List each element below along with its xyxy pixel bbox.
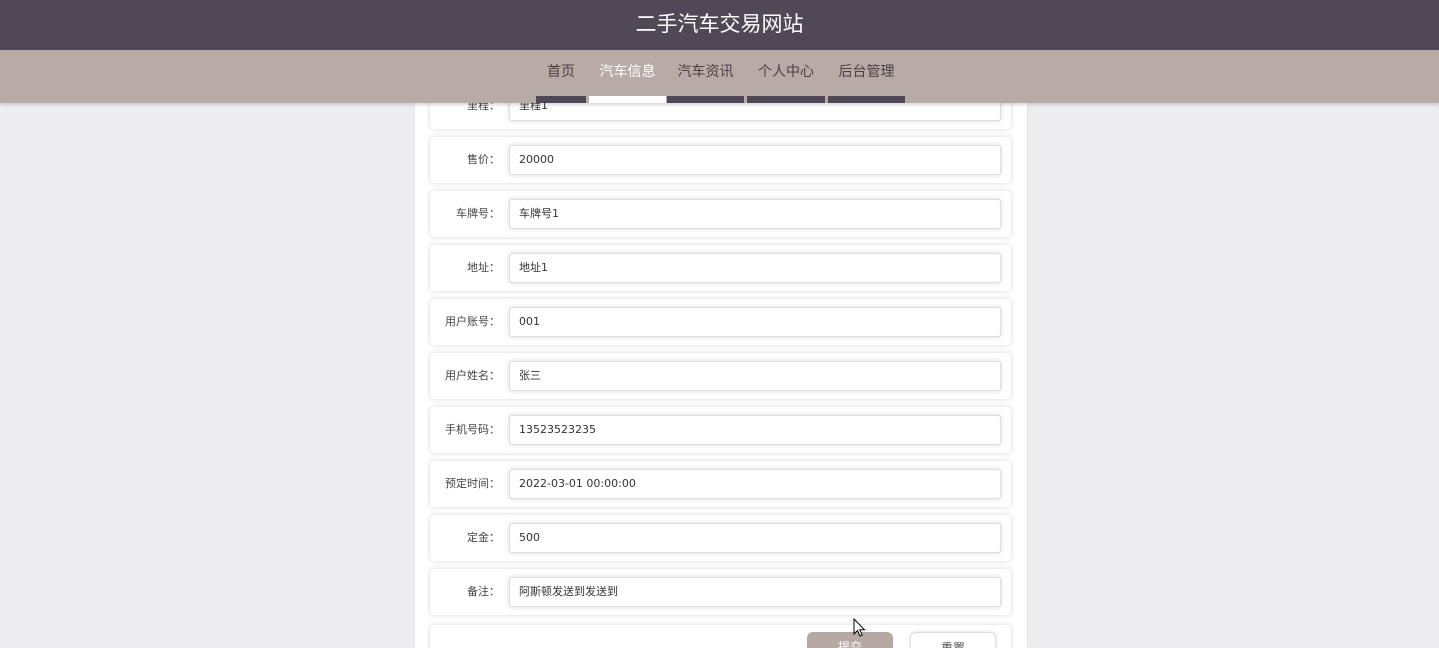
nav-underline [536, 96, 586, 103]
username-input[interactable]: 张三 [509, 361, 1001, 391]
account-input[interactable]: 001 [509, 307, 1001, 337]
phone-label: 手机号码： [445, 423, 500, 436]
deposit-label: 定金： [467, 531, 500, 544]
nav-item-home[interactable]: 首页 [536, 50, 586, 103]
nav-underline [828, 96, 905, 103]
nav-item-admin[interactable]: 后台管理 [828, 50, 905, 103]
address-label: 地址： [467, 261, 500, 274]
nav-item-label: 个人中心 [758, 64, 814, 80]
nav-underline-active [589, 96, 666, 103]
form-row-deposit: 定金： 500 [430, 515, 1011, 561]
form-row-price: 售价： 20000 [430, 137, 1011, 183]
remark-input[interactable]: 阿斯顿发送到发送到 [509, 577, 1001, 607]
nav-underline [747, 96, 825, 103]
nav-item-label: 汽车信息 [599, 64, 656, 80]
deposit-input[interactable]: 500 [509, 523, 1001, 553]
address-input[interactable]: 地址1 [509, 253, 1001, 283]
form-row-phone: 手机号码： 13523523235 [430, 407, 1011, 453]
phone-input[interactable]: 13523523235 [509, 415, 1001, 445]
form-row-address: 地址： 地址1 [430, 245, 1011, 291]
nav-item-label: 首页 [547, 64, 575, 80]
nav-underline [667, 96, 744, 103]
form-actions: 提交 重置 [430, 625, 1011, 648]
form-row-account: 用户账号： 001 [430, 299, 1011, 345]
plate-input[interactable]: 车牌号1 [509, 199, 1001, 229]
form-row-username: 用户姓名： 张三 [430, 353, 1011, 399]
form-row-remark: 备注： 阿斯顿发送到发送到 [430, 569, 1011, 615]
username-label: 用户姓名： [445, 369, 500, 382]
site-header: 二手汽车交易网站 [0, 0, 1439, 50]
remark-label: 备注： [467, 585, 500, 598]
nav-item-label: 后台管理 [838, 64, 895, 80]
nav-item-car-info[interactable]: 汽车信息 [589, 50, 666, 103]
plate-label: 车牌号： [456, 207, 500, 220]
nav-item-car-news[interactable]: 汽车资讯 [667, 50, 744, 103]
submit-button[interactable]: 提交 [807, 632, 893, 648]
form-row-plate: 车牌号： 车牌号1 [430, 191, 1011, 237]
form-row-booking-time: 预定时间： 2022-03-01 00:00:00 [430, 461, 1011, 507]
booking-time-label: 预定时间： [445, 477, 500, 490]
main-nav: 首页 汽车信息 汽车资讯 个人中心 后台管理 [0, 50, 1439, 103]
price-input[interactable]: 20000 [509, 145, 1001, 175]
account-label: 用户账号： [445, 315, 500, 328]
booking-time-input[interactable]: 2022-03-01 00:00:00 [509, 469, 1001, 499]
reset-button[interactable]: 重置 [910, 632, 996, 648]
nav-item-label: 汽车资讯 [677, 64, 734, 80]
site-title: 二手汽车交易网站 [635, 12, 804, 36]
price-label: 售价： [467, 153, 500, 166]
nav-item-personal-center[interactable]: 个人中心 [747, 50, 825, 103]
